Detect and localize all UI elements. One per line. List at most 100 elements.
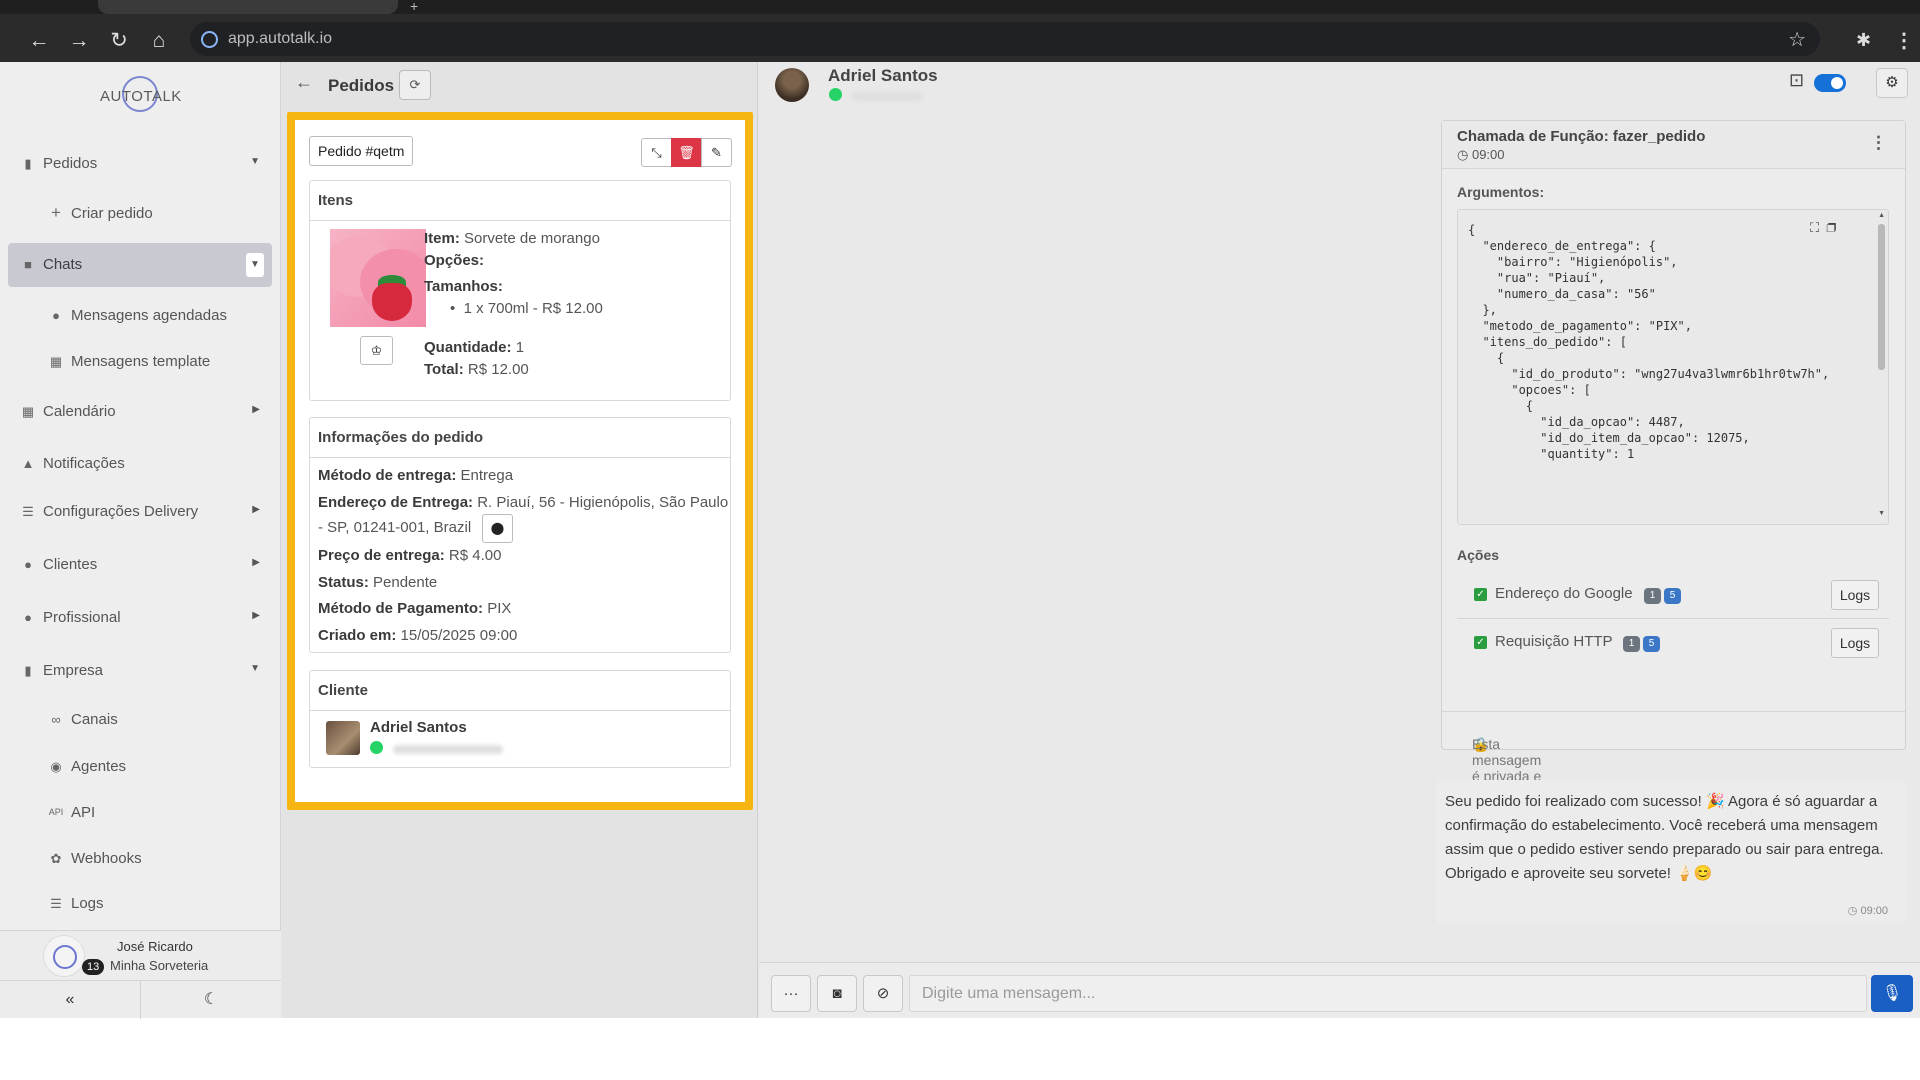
- browser-tab[interactable]: [98, 0, 398, 14]
- chevron-right-icon[interactable]: ▶: [252, 504, 260, 515]
- sidebar-item-empresa[interactable]: ▮ Empresa ▼: [8, 649, 272, 693]
- count-badge: 1: [1644, 588, 1661, 604]
- created-at: 15/05/2025 09:00: [400, 627, 518, 644]
- chevron-right-icon[interactable]: ▶: [252, 557, 260, 568]
- function-call-title: Chamada de Função: fazer_pedido: [1457, 128, 1706, 145]
- scrollbar-thumb[interactable]: [1878, 224, 1885, 370]
- sidebar-item-pedidos[interactable]: ▮ Pedidos ▼: [8, 142, 272, 186]
- more-options-icon[interactable]: ⋮: [1870, 133, 1887, 153]
- chevron-down-icon[interactable]: ▼: [250, 663, 260, 674]
- count-badge: 5: [1643, 636, 1660, 652]
- scroll-down-icon[interactable]: ▼: [1878, 510, 1885, 517]
- copy-icon[interactable]: ❐: [1826, 220, 1836, 235]
- sidebar-item-calendario[interactable]: ▦ Calendário ▶: [8, 390, 272, 434]
- sidebar-item-notificacoes[interactable]: ▲ Notificações: [8, 442, 272, 486]
- address-bar[interactable]: app.autotalk.io ☆: [190, 22, 1820, 56]
- status-value: Pendente: [373, 574, 438, 591]
- sidebar-item-criar-pedido[interactable]: + Criar pedido: [8, 192, 272, 236]
- extensions-puzzle-icon[interactable]: ✱: [1856, 30, 1871, 51]
- forward-arrow-icon[interactable]: →: [66, 28, 92, 54]
- logs-button[interactable]: Logs: [1831, 580, 1879, 610]
- app: AUTOTALK ▮ Pedidos ▼ + Criar pedido ■ Ch…: [0, 62, 1920, 1019]
- delivery-method: Entrega: [460, 467, 514, 484]
- sidebar-item-mensagens-agendadas[interactable]: ● Mensagens agendadas: [8, 294, 272, 338]
- sidebar-item-api[interactable]: API API: [8, 791, 272, 835]
- count-badge: 1: [1623, 636, 1640, 652]
- calendar-icon: ▦: [21, 404, 35, 419]
- camera-icon[interactable]: ◙: [817, 975, 857, 1012]
- bell-icon: ▲: [21, 456, 35, 471]
- sidebar-item-logs[interactable]: ☰ Logs: [8, 882, 272, 916]
- message-text: Seu pedido foi realizado com sucesso! 🎉 …: [1445, 793, 1884, 882]
- function-call-time: 09:00: [1471, 147, 1505, 162]
- chef-hat-icon[interactable]: ♔: [360, 336, 393, 365]
- chevron-right-icon[interactable]: ▶: [252, 404, 260, 415]
- user-profile[interactable]: 13 José Ricardo Minha Sorveteria: [0, 930, 281, 980]
- page-title: Pedidos: [328, 76, 395, 95]
- arguments-code-box[interactable]: { "endereco_de_entrega": { "bairro": "Hi…: [1457, 209, 1889, 525]
- order-info-panel: Informações do pedido Método de entrega:…: [309, 417, 731, 653]
- expand-icon[interactable]: ⛶: [1810, 220, 1819, 235]
- map-marker-icon[interactable]: ⬤: [482, 514, 513, 543]
- sidebar-item-webhooks[interactable]: ✿ Webhooks: [8, 837, 272, 881]
- chevron-right-icon[interactable]: ▶: [252, 610, 260, 621]
- back-arrow-icon[interactable]: ←: [295, 72, 313, 93]
- bookmark-star-icon[interactable]: ☆: [1788, 27, 1806, 52]
- checkbox-checked-icon: ✓: [1474, 636, 1487, 649]
- delivery-address-line2: - SP, 01241-001, Brazil: [318, 519, 472, 536]
- chat-header: Adriel Santos ⊡ ⚙: [759, 62, 1920, 110]
- chevron-down-icon[interactable]: ▼: [250, 156, 260, 167]
- chat-panel: Adriel Santos ⊡ ⚙ Chamada de Função: faz…: [759, 62, 1920, 1018]
- collapse-sidebar-icon[interactable]: «: [0, 981, 140, 1019]
- message-input[interactable]: [910, 976, 1866, 1011]
- attachment-icon[interactable]: ⊘: [863, 975, 903, 1012]
- microphone-icon[interactable]: 🎙: [1871, 975, 1913, 1012]
- robot-icon: ◉: [50, 759, 62, 774]
- dark-mode-moon-icon[interactable]: ☾: [141, 981, 281, 1019]
- sidebar: AUTOTALK ▮ Pedidos ▼ + Criar pedido ■ Ch…: [0, 62, 281, 1019]
- robot-icon: ⊡: [1789, 70, 1805, 90]
- bot-toggle[interactable]: [1814, 74, 1846, 92]
- home-icon[interactable]: ⌂: [146, 28, 172, 54]
- sidebar-item-chats[interactable]: ■ Chats ▼: [8, 243, 272, 287]
- count-badge: 5: [1664, 588, 1681, 604]
- new-tab-icon[interactable]: +: [410, 0, 418, 14]
- order-card-highlight: Pedido #qetm ⤡ 🗑 ✎ Itens ♔ Item: Sorvete…: [287, 112, 753, 810]
- sidebar-item-configuracoes-delivery[interactable]: ☰ Configurações Delivery ▶: [8, 490, 272, 534]
- template-icon: ▦: [49, 354, 63, 369]
- users-icon: ●: [24, 557, 32, 572]
- contact-avatar[interactable]: [775, 68, 809, 102]
- product-image: [330, 229, 426, 327]
- reload-icon[interactable]: ↻: [106, 28, 132, 54]
- chevron-down-icon[interactable]: ▼: [246, 253, 264, 277]
- edit-icon[interactable]: ✎: [701, 138, 732, 167]
- whatsapp-icon: [370, 741, 383, 754]
- sidebar-item-clientes[interactable]: ● Clientes ▶: [8, 543, 272, 587]
- more-icon[interactable]: ···: [771, 975, 811, 1012]
- clock-icon: ●: [52, 308, 60, 323]
- notification-count-badge: 13: [82, 959, 105, 975]
- blurred-phone: [393, 745, 504, 754]
- refresh-icon[interactable]: ⟳: [399, 70, 431, 100]
- sizes-label: Tamanhos:: [424, 278, 503, 295]
- sidebar-item-profissional[interactable]: ● Profissional ▶: [8, 596, 272, 640]
- webhook-icon: ✿: [50, 851, 62, 866]
- sidebar-bottom-bar: « ☾: [0, 980, 281, 1019]
- items-panel: Itens ♔ Item: Sorvete de morango Opções:…: [309, 180, 731, 401]
- private-note: 🔒 Esta mensagem é privada e visível apen…: [1442, 711, 1905, 832]
- logs-button[interactable]: Logs: [1831, 628, 1879, 658]
- autotalk-logo: AUTOTALK: [100, 74, 181, 122]
- browser-menu-icon[interactable]: ⋮: [1894, 28, 1914, 53]
- sidebar-item-canais[interactable]: ∞ Canais: [8, 698, 272, 742]
- sidebar-item-agentes[interactable]: ◉ Agentes: [8, 745, 272, 789]
- back-arrow-icon[interactable]: ←: [26, 28, 52, 54]
- scroll-up-icon[interactable]: ▲: [1878, 212, 1885, 219]
- message-time: 09:00: [1860, 905, 1888, 917]
- gear-icon[interactable]: ⚙: [1876, 68, 1908, 98]
- action-row: ✓ Requisição HTTP 1 5 Logs: [1457, 619, 1889, 667]
- trash-icon[interactable]: 🗑: [671, 138, 702, 167]
- items-panel-title: Itens: [310, 181, 730, 221]
- whatsapp-icon: [829, 88, 842, 101]
- compress-icon[interactable]: ⤡: [641, 138, 672, 167]
- sidebar-item-mensagens-template[interactable]: ▦ Mensagens template: [8, 340, 272, 384]
